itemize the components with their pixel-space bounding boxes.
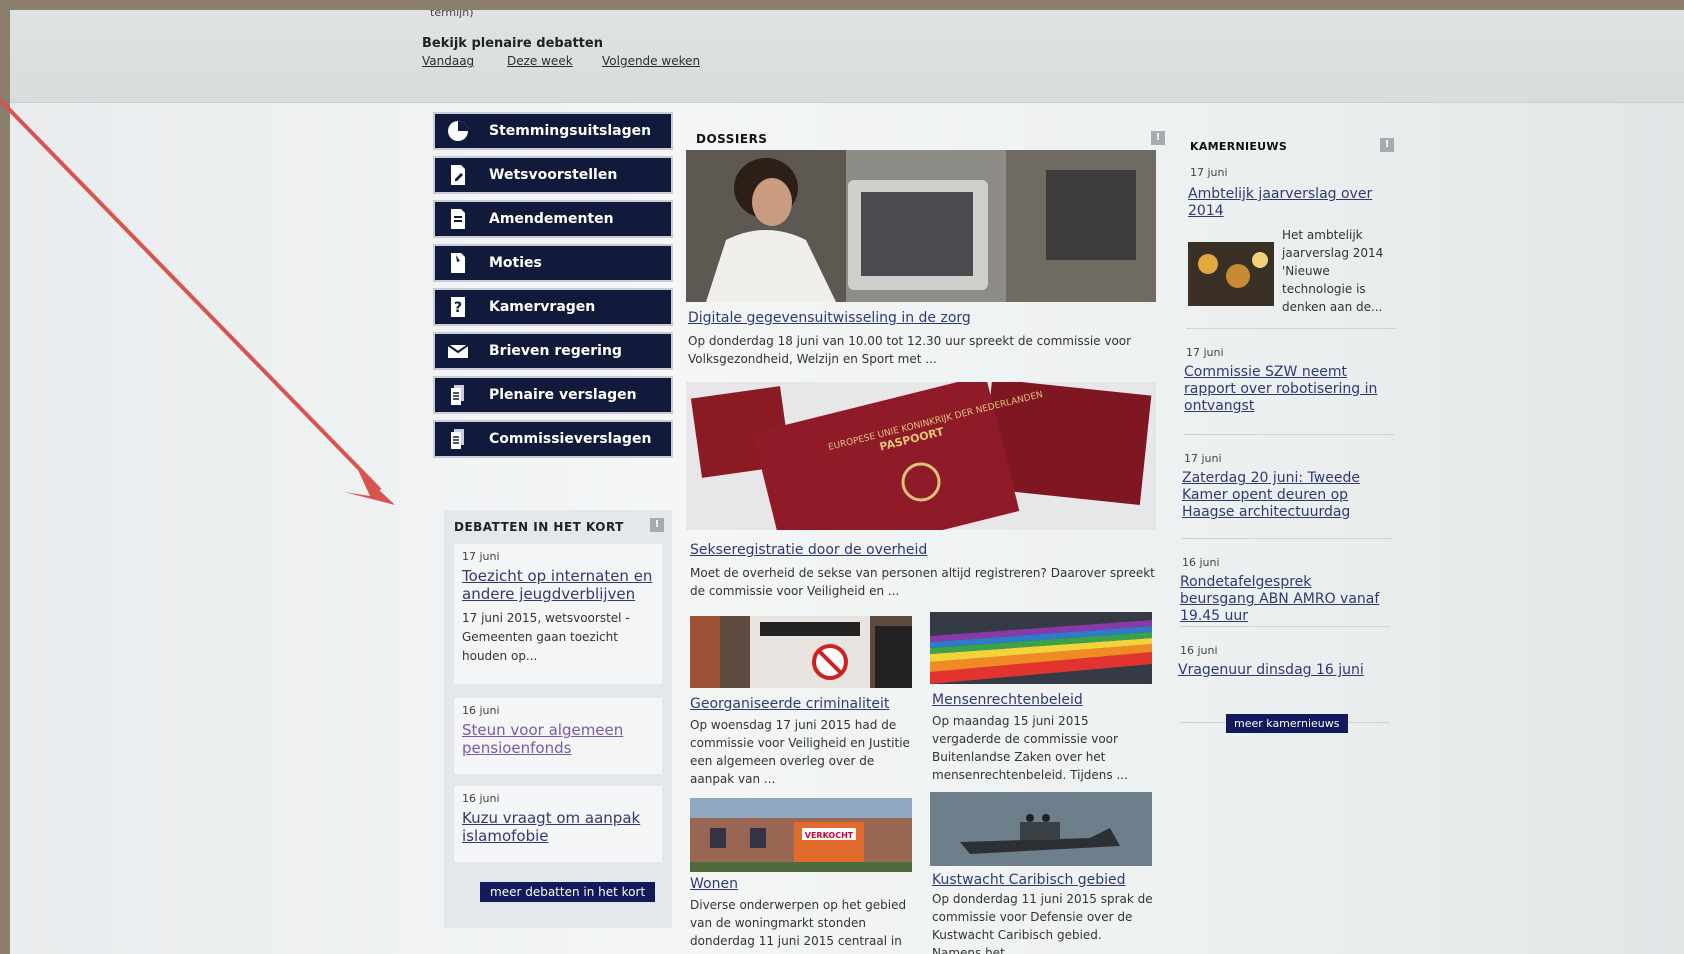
- info-icon[interactable]: !: [1151, 131, 1165, 145]
- photo-paspoort[interactable]: EUROPESE UNIE KONINKRIJK DER NEDERLANDEN…: [686, 382, 1156, 530]
- link-vandaag[interactable]: Vandaag: [422, 54, 474, 68]
- red-arrow-annotation: [0, 98, 395, 505]
- pie-chart-icon: [441, 116, 475, 146]
- photo-zorg[interactable]: [686, 150, 1156, 302]
- envelope-icon: [441, 336, 475, 366]
- info-icon[interactable]: !: [1380, 138, 1394, 152]
- nav-brieven-regering[interactable]: Brieven regering: [433, 332, 673, 370]
- news-date: 17 juni: [1184, 452, 1222, 465]
- nav-kamervragen[interactable]: ? Kamervragen: [433, 288, 673, 326]
- dossier-summary: Moet de overheid de sekse van personen a…: [690, 566, 1155, 598]
- more-debatten-button[interactable]: meer debatten in het kort: [480, 882, 656, 902]
- dossier-link[interactable]: Digitale gegevensuitwisseling in de zorg: [688, 310, 971, 326]
- news-date: 17 juni: [1186, 346, 1224, 359]
- nav-label: Plenaire verslagen: [489, 387, 637, 403]
- item-link[interactable]: Steun voor algemeen pensioenfonds: [462, 721, 654, 757]
- divider: [1184, 434, 1394, 435]
- nav-wetsvoorstellen[interactable]: Wetsvoorstellen: [433, 156, 673, 194]
- stacked-documents-icon: [441, 380, 475, 410]
- nav-label: Commissieverslagen: [489, 431, 652, 447]
- dossier-link[interactable]: Georganiseerde criminaliteit: [690, 696, 889, 712]
- item-link[interactable]: Toezicht op internaten en andere jeugdve…: [462, 567, 654, 603]
- dossier-summary: Diverse onderwerpen op het gebied van de…: [690, 898, 907, 948]
- list-item: 17 juni Toezicht op internaten en andere…: [454, 544, 662, 684]
- item-summary: 17 juni 2015, wetsvoorstel - Gemeenten g…: [462, 611, 630, 663]
- nav-label: Brieven regering: [489, 343, 622, 359]
- dossier-link[interactable]: Sekseregistratie door de overheid: [690, 542, 927, 558]
- more-kamernieuws-button[interactable]: meer kamernieuws: [1226, 714, 1348, 733]
- news-thumbnail[interactable]: [1188, 242, 1274, 306]
- list-item: 16 juni Steun voor algemeen pensioenfond…: [454, 698, 662, 774]
- news-date: 16 juni: [1180, 644, 1218, 657]
- news-link[interactable]: Vragenuur dinsdag 16 juni: [1178, 662, 1388, 679]
- link-deze-week[interactable]: Deze week: [507, 54, 573, 68]
- svg-text:?: ?: [454, 300, 462, 316]
- debatten-title: DEBATTEN IN HET KORT: [454, 520, 624, 534]
- divider: [1180, 626, 1390, 627]
- item-date: 16 juni: [462, 792, 500, 805]
- dossier-summary: Op donderdag 11 juni 2015 sprak de commi…: [932, 892, 1153, 954]
- document-edit-icon: [441, 204, 475, 234]
- nav-commissieverslagen[interactable]: Commissieverslagen: [433, 420, 673, 458]
- news-link[interactable]: Ambtelijk jaarverslag over 2014: [1188, 186, 1388, 220]
- nav-label: Moties: [489, 255, 542, 271]
- dossier-link[interactable]: Wonen: [690, 876, 738, 892]
- divider: [1186, 328, 1396, 329]
- news-link[interactable]: Zaterdag 20 juni: Tweede Kamer opent deu…: [1182, 470, 1392, 521]
- nav-stemmingsuitslagen[interactable]: Stemmingsuitslagen: [433, 112, 673, 150]
- news-link[interactable]: Commissie SZW neemt rapport over robotis…: [1184, 364, 1394, 415]
- news-date: 17 juni: [1190, 166, 1228, 179]
- photo-wonen[interactable]: VERKOCHT: [690, 798, 912, 872]
- plenaire-label: Bekijk plenaire debatten: [422, 36, 603, 51]
- dossier-summary: Op maandag 15 juni 2015 vergaderde de co…: [932, 714, 1128, 782]
- kamernieuws-title: KAMERNIEUWS: [1190, 140, 1288, 153]
- list-item: 16 juni Kuzu vraagt om aanpak islamofobi…: [454, 786, 662, 862]
- dossiers-title: DOSSIERS: [696, 132, 768, 146]
- link-volgende-weken[interactable]: Volgende weken: [602, 54, 700, 68]
- document-hand-icon: [441, 248, 475, 278]
- news-date: 16 juni: [1182, 556, 1220, 569]
- nav-moties[interactable]: Moties: [433, 244, 673, 282]
- news-link[interactable]: Rondetafelgesprek beursgang ABN AMRO van…: [1180, 574, 1390, 625]
- nav-label: Amendementen: [489, 211, 614, 227]
- dossier-summary: Op woensdag 17 juni 2015 had de commissi…: [690, 718, 910, 786]
- nav-plenaire-verslagen[interactable]: Plenaire verslagen: [433, 376, 673, 414]
- nav-label: Kamervragen: [489, 299, 596, 315]
- item-date: 16 juni: [462, 704, 500, 717]
- photo-kustwacht[interactable]: [930, 792, 1152, 866]
- item-link[interactable]: Kuzu vraagt om aanpak islamofobie: [462, 809, 654, 845]
- nav-label: Wetsvoorstellen: [489, 167, 618, 183]
- dossier-summary: Op donderdag 18 juni van 10.00 tot 12.30…: [688, 334, 1132, 366]
- debatten-in-het-kort-panel: DEBATTEN IN HET KORT ! 17 juni Toezicht …: [444, 510, 672, 928]
- info-icon[interactable]: !: [650, 518, 664, 532]
- cut-text: termijn): [430, 10, 474, 19]
- document-pen-icon: [441, 160, 475, 190]
- news-summary: Het ambtelijk jaarverslag 2014 'Nieuwe t…: [1282, 228, 1384, 314]
- dossier-link[interactable]: Kustwacht Caribisch gebied: [932, 872, 1126, 888]
- item-date: 17 juni: [462, 550, 500, 563]
- photo-criminaliteit[interactable]: [690, 616, 912, 688]
- nav-label: Stemmingsuitslagen: [489, 123, 652, 139]
- photo-mensenrechten[interactable]: [930, 612, 1152, 684]
- question-document-icon: ?: [441, 292, 475, 322]
- nav-amendementen[interactable]: Amendementen: [433, 200, 673, 238]
- verkocht-sign-text: VERKOCHT: [805, 831, 854, 840]
- dossier-link[interactable]: Mensenrechtenbeleid: [932, 692, 1083, 708]
- divider: [1182, 538, 1392, 539]
- stacked-documents-icon: [441, 424, 475, 454]
